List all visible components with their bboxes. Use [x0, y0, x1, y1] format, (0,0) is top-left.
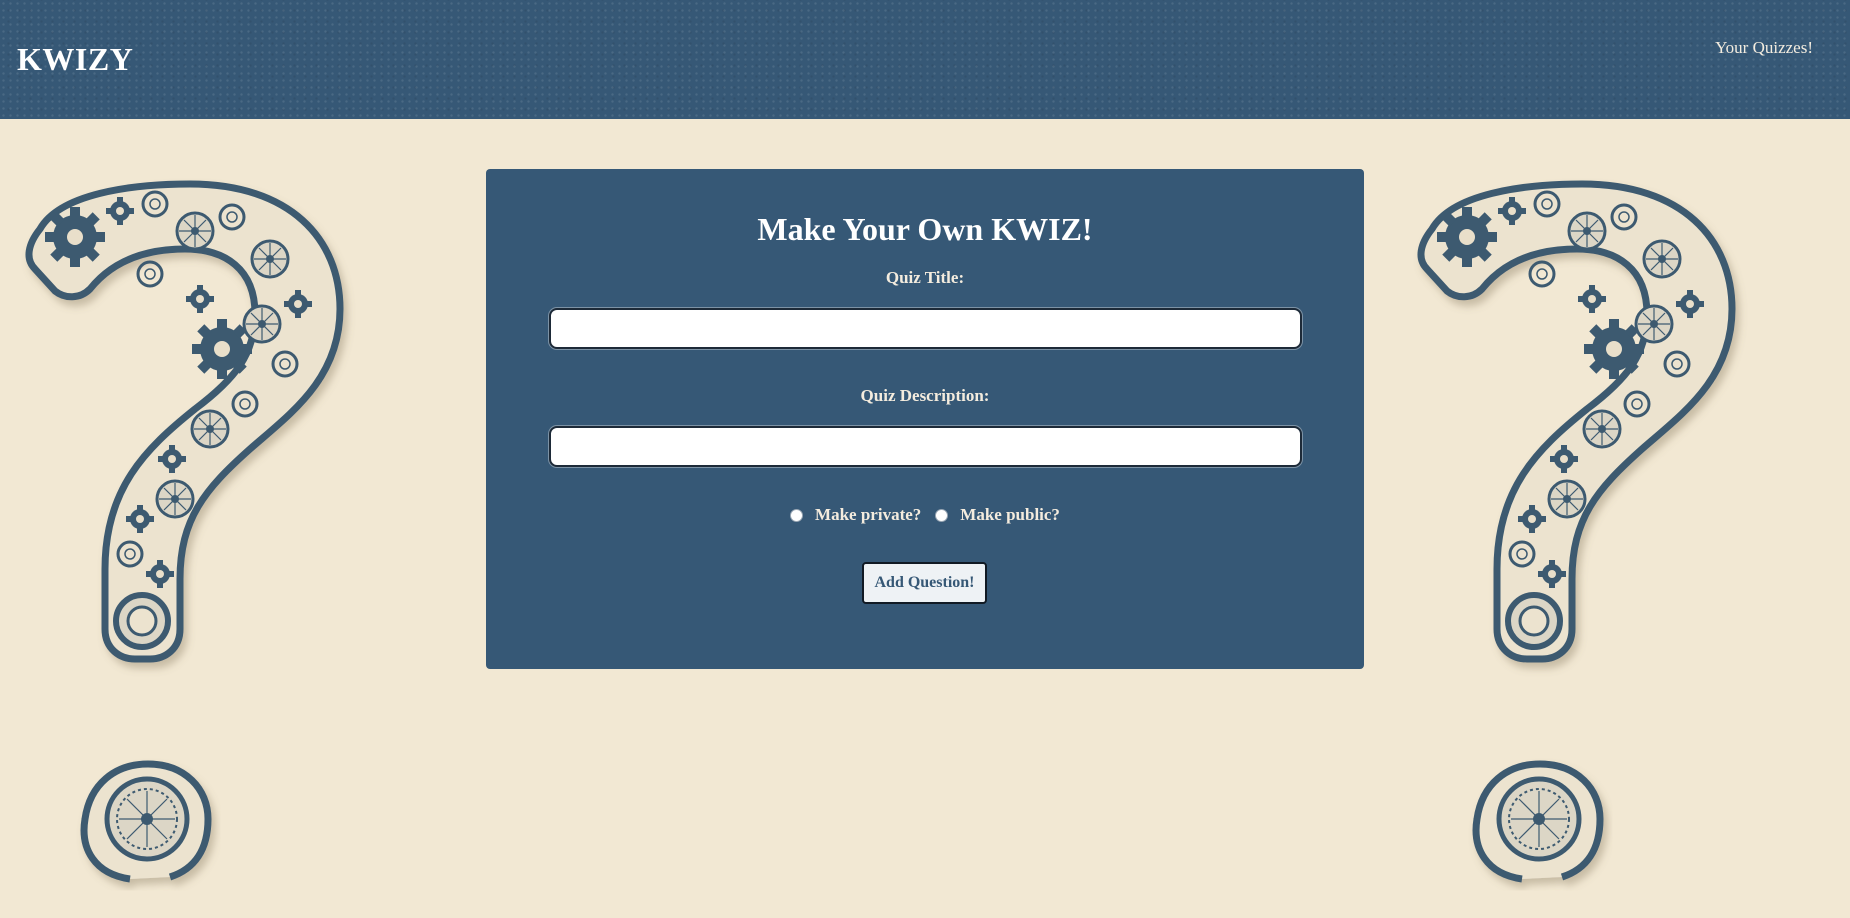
quiz-title-label: Quiz Title: — [885, 268, 965, 287]
add-question-button[interactable]: Add Question! — [862, 562, 987, 604]
your-quizzes-link[interactable]: Your Quizzes! — [1715, 37, 1813, 59]
site-logo[interactable]: KWIZY — [17, 39, 133, 79]
site-header: KWIZY Your Quizzes! — [0, 0, 1850, 119]
visibility-options: Make private? Make public? — [486, 503, 1364, 527]
private-radio-label[interactable]: Make private? — [815, 505, 921, 525]
page-title: Make Your Own KWIZ! — [757, 211, 1093, 247]
quiz-description-label: Quiz Description: — [860, 386, 990, 405]
quiz-description-input[interactable] — [549, 426, 1302, 467]
public-radio-label[interactable]: Make public? — [960, 505, 1060, 525]
create-quiz-card: Make Your Own KWIZ! Quiz Title: Quiz Des… — [486, 169, 1364, 669]
public-radio[interactable] — [935, 508, 949, 522]
private-radio[interactable] — [790, 508, 804, 522]
quiz-title-input[interactable] — [549, 308, 1302, 349]
